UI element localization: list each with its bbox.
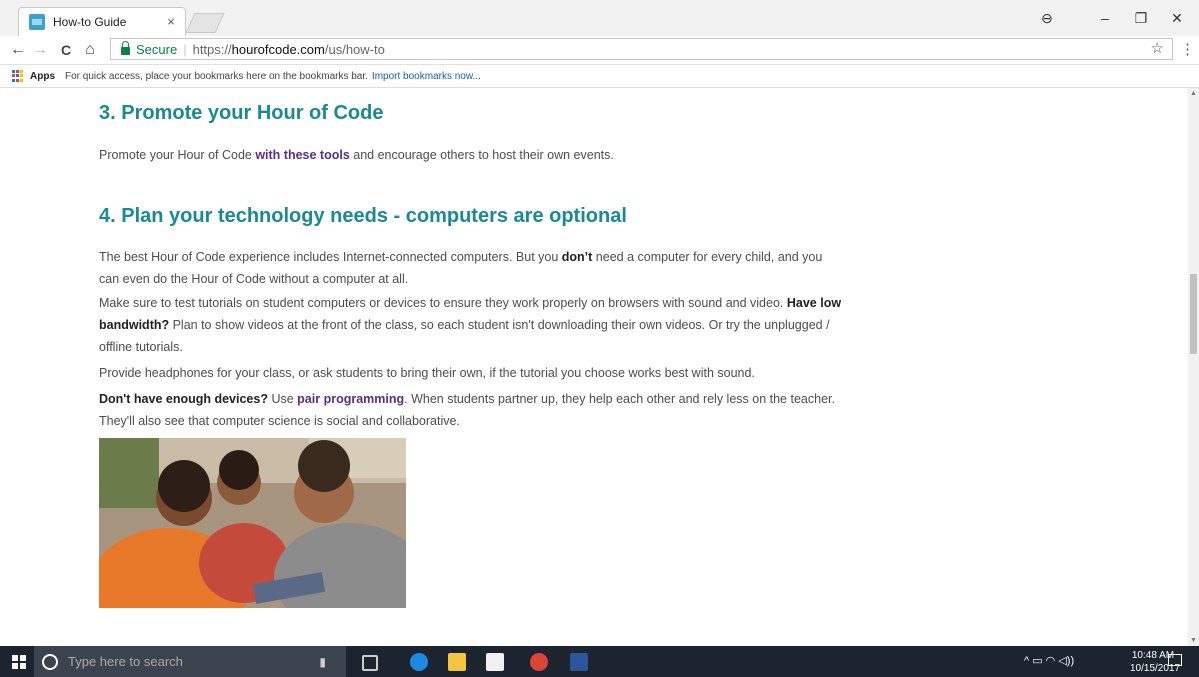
- profile-icon[interactable]: ⊖: [1036, 8, 1058, 28]
- restore-button[interactable]: ❐: [1130, 8, 1152, 28]
- reload-icon[interactable]: C: [56, 40, 76, 60]
- students-photo: [99, 438, 406, 608]
- url-path: /us/how-to: [324, 41, 385, 57]
- section-3-paragraph: Promote your Hour of Code with these too…: [99, 148, 614, 162]
- store-icon[interactable]: [486, 653, 504, 671]
- section-4-paragraph-3: Provide headphones for your class, or as…: [99, 366, 755, 380]
- section-4-heading: 4. Plan your technology needs - computer…: [99, 205, 627, 227]
- import-bookmarks-link[interactable]: Import bookmarks now...: [372, 71, 481, 82]
- bookmark-star-icon[interactable]: ☆: [1151, 39, 1164, 57]
- back-icon[interactable]: ←: [8, 40, 28, 60]
- action-center-icon[interactable]: [1168, 654, 1182, 666]
- windows-taskbar: Type here to search ▮ ^ ▭ ◠ ◁)) 10:48 AM…: [0, 646, 1199, 677]
- browser-toolbar: ← → C ⌂ Secure | https:// hourofcode.com…: [0, 36, 1199, 65]
- minimize-button[interactable]: –: [1094, 8, 1116, 28]
- page-content: 3. Promote your Hour of Code Promote you…: [0, 88, 1188, 646]
- forward-icon[interactable]: →: [30, 40, 50, 60]
- apps-grid-icon[interactable]: [12, 70, 24, 82]
- bookmarks-hint: For quick access, place your bookmarks h…: [65, 70, 368, 82]
- new-tab-button[interactable]: [185, 13, 225, 33]
- close-window-button[interactable]: ✕: [1166, 8, 1188, 28]
- address-bar[interactable]: Secure | https:// hourofcode.com /us/how…: [110, 38, 1173, 60]
- cortana-icon: [42, 653, 58, 670]
- system-tray-icons[interactable]: ^ ▭ ◠ ◁)): [1024, 654, 1074, 667]
- these-tools-link[interactable]: with these tools: [255, 148, 349, 162]
- students-photo-illustration: [99, 438, 406, 608]
- pair-programming-link[interactable]: pair programming: [297, 392, 404, 406]
- apps-shortcut[interactable]: Apps: [30, 71, 55, 82]
- vertical-scrollbar[interactable]: ▲ ▼: [1188, 88, 1199, 646]
- section-4-paragraph-1: The best Hour of Code experience include…: [99, 250, 823, 286]
- word-icon[interactable]: [570, 653, 588, 671]
- section-4-paragraph-2: Make sure to test tutorials on student c…: [99, 296, 842, 354]
- scroll-down-arrow-icon[interactable]: ▼: [1190, 637, 1197, 644]
- tab-strip: How-to Guide × ⊖ – ❐ ✕: [0, 0, 1199, 36]
- windows-start-icon[interactable]: [12, 655, 26, 669]
- home-icon[interactable]: ⌂: [80, 40, 100, 60]
- microphone-icon[interactable]: ▮: [319, 655, 326, 669]
- file-explorer-icon[interactable]: [448, 653, 466, 671]
- browser-tab[interactable]: How-to Guide ×: [18, 7, 186, 36]
- url-host: hourofcode.com: [231, 41, 325, 57]
- scroll-up-arrow-icon[interactable]: ▲: [1190, 90, 1197, 97]
- chrome-icon[interactable]: [530, 653, 548, 671]
- lock-icon: [121, 41, 130, 55]
- bookmarks-bar: Apps For quick access, place your bookma…: [0, 65, 1199, 88]
- url-scheme: https://: [192, 41, 232, 57]
- chrome-menu-icon[interactable]: ⋮: [1180, 40, 1195, 60]
- tab-title: How-to Guide: [53, 15, 127, 29]
- task-view-icon[interactable]: [362, 655, 378, 671]
- scrollbar-thumb[interactable]: [1190, 274, 1197, 354]
- hourofcode-favicon-icon: [29, 14, 45, 30]
- secure-label: Secure: [136, 41, 178, 57]
- taskbar-search-placeholder: Type here to search: [68, 654, 183, 669]
- close-tab-icon[interactable]: ×: [163, 14, 179, 30]
- taskbar-search[interactable]: Type here to search ▮: [34, 646, 346, 677]
- section-4-paragraph-4: Don't have enough devices? Use pair prog…: [99, 392, 835, 428]
- section-3-heading: 3. Promote your Hour of Code: [99, 102, 384, 124]
- edge-icon[interactable]: [410, 653, 428, 671]
